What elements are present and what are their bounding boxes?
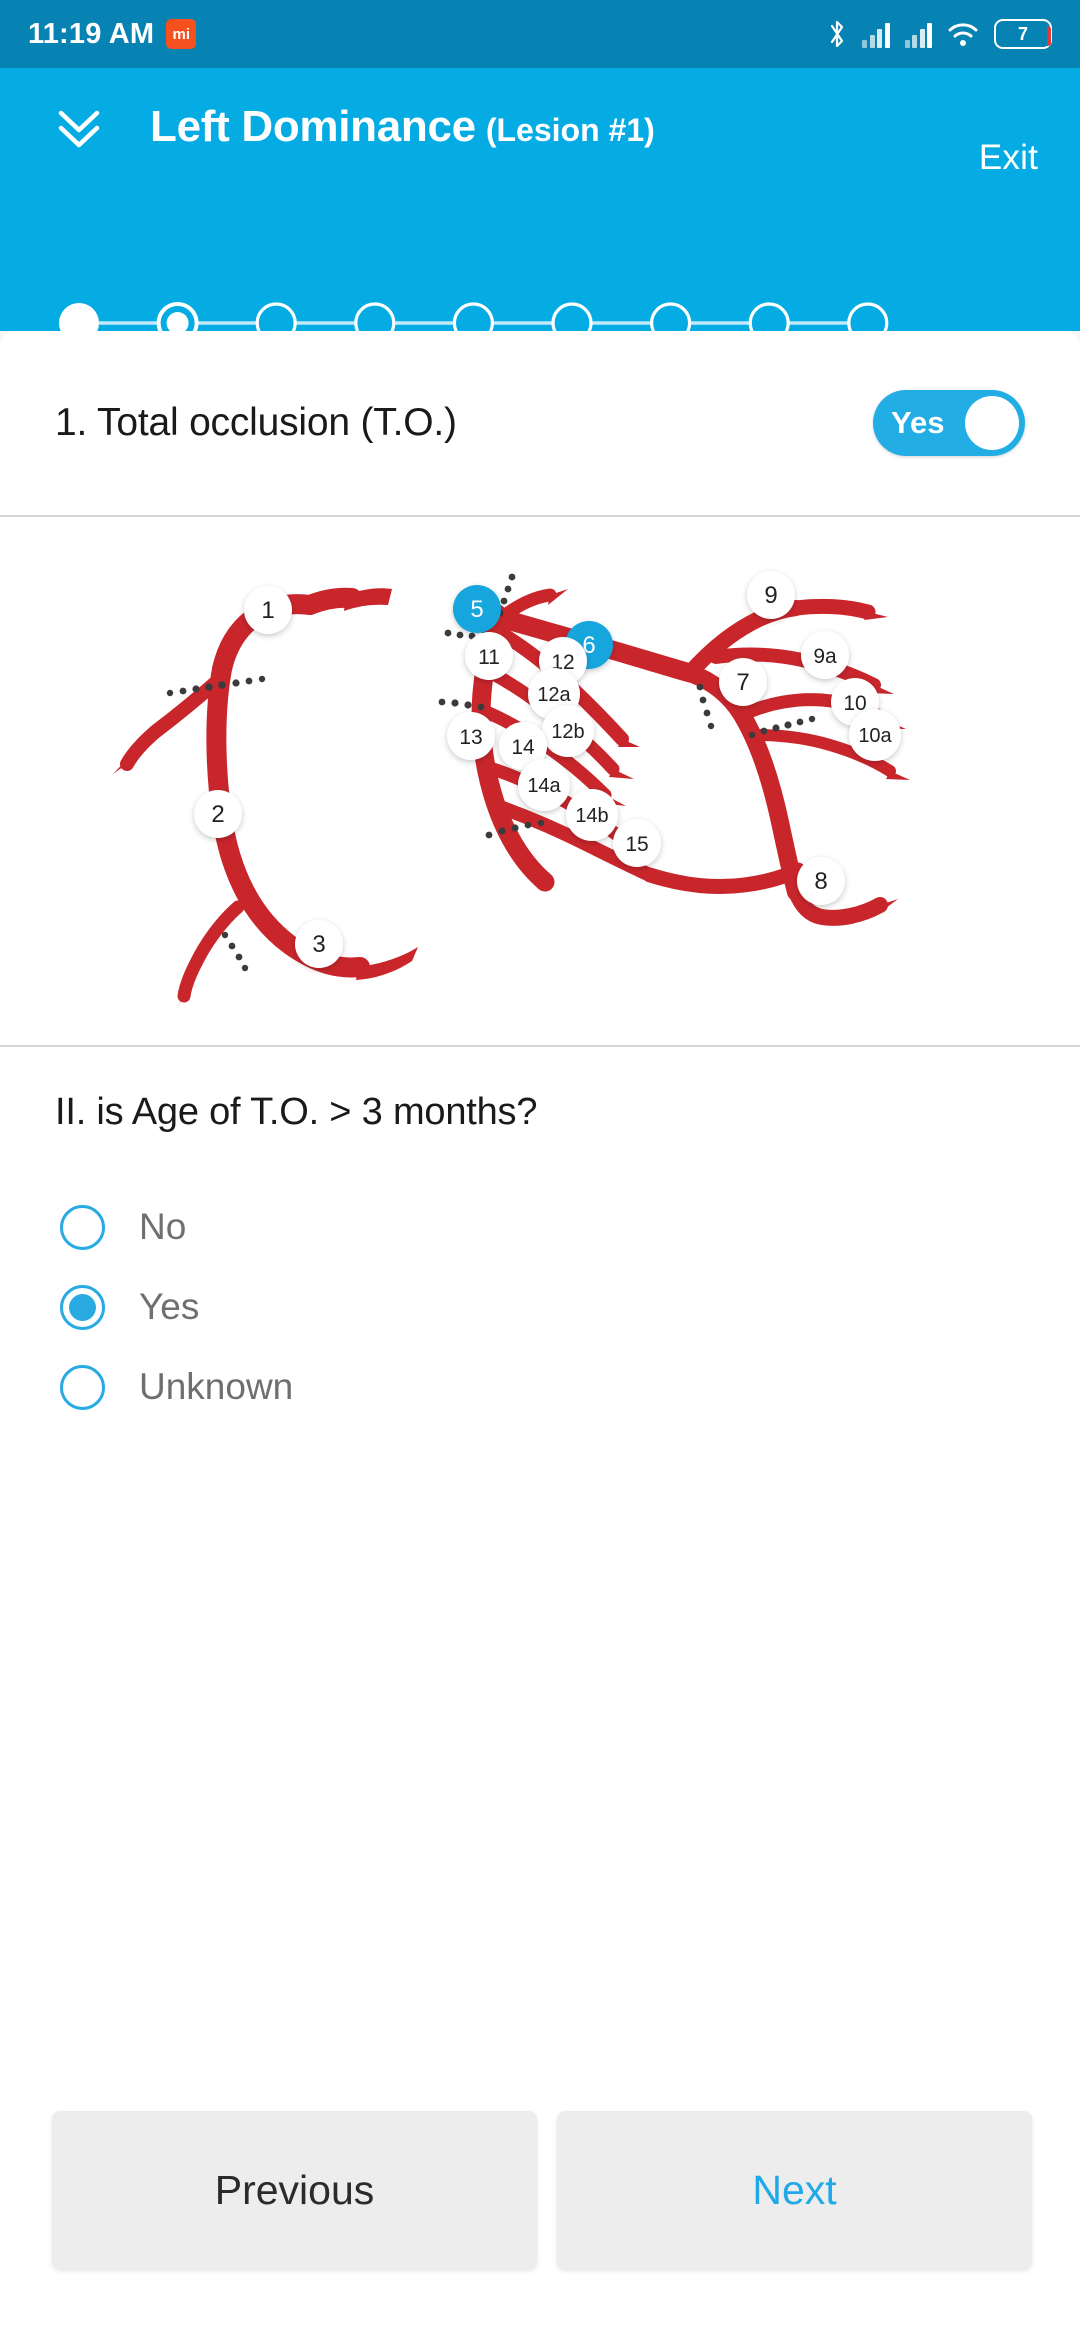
segment-label: 8 — [814, 868, 827, 895]
radio-button-icon[interactable] — [60, 1284, 105, 1330]
artery-segment-3[interactable]: 3 — [295, 920, 343, 968]
artery-segment-14b[interactable]: 14b — [566, 789, 618, 841]
segment-label: 12b — [551, 721, 584, 743]
radio-button-icon[interactable] — [60, 1204, 105, 1250]
artery-segment-2[interactable]: 2 — [194, 790, 242, 838]
artery-segment-9a[interactable]: 9a — [801, 631, 849, 679]
segment-label: 7 — [736, 669, 749, 696]
total-occlusion-toggle[interactable]: Yes — [873, 390, 1025, 456]
radio-option-yes[interactable]: Yes — [60, 1267, 700, 1347]
radio-button-icon[interactable] — [60, 1364, 105, 1410]
cellular-signal-icon-2 — [904, 20, 932, 48]
question-1-label: 1. Total occlusion (T.O.) — [55, 401, 457, 444]
artery-segment-7[interactable]: 7 — [719, 658, 767, 706]
artery-segment-13[interactable]: 13 — [447, 712, 495, 760]
next-button[interactable]: Next — [557, 2111, 1032, 2269]
question-2-card: II. is Age of T.O. > 3 months? No Yes Unkn… — [0, 1047, 1080, 2090]
segment-label: 10a — [858, 725, 892, 747]
artery-segment-15[interactable]: 15 — [613, 819, 661, 867]
toggle-knob — [965, 396, 1019, 450]
artery-segment-11[interactable]: 11 — [465, 632, 513, 680]
exit-button[interactable]: Exit — [979, 138, 1038, 178]
segment-label: 3 — [312, 931, 325, 958]
radio-option-label: Yes — [139, 1286, 200, 1327]
coronary-artery-segment-diagram[interactable]: 1 2 3 5 6 7 8 9 9a 10 10a 11 12 12a 12b 13 14 14a 14b 15 — [0, 517, 1080, 1045]
cellular-signal-icon-1 — [862, 20, 890, 48]
app-header: Left Dominance (Lesion #1) Exit — [0, 68, 1080, 344]
header-top-row: Left Dominance (Lesion #1) Exit — [0, 68, 1080, 193]
segment-label: 9a — [813, 645, 837, 668]
bluetooth-icon — [830, 20, 844, 48]
segment-label: 13 — [459, 726, 482, 749]
radio-option-label: Unknown — [139, 1366, 294, 1407]
segment-label: 14a — [527, 775, 561, 797]
battery-icon: 7 — [994, 19, 1052, 49]
double-chevron-down-icon[interactable] — [55, 106, 103, 152]
segment-label: 1 — [261, 597, 274, 624]
status-bar: 11:19 AM mi 7 — [0, 0, 1080, 68]
app-root: 11:19 AM mi 7 Left Dominance (Lesion #1)… — [0, 0, 1080, 2340]
segment-label: 15 — [625, 833, 648, 856]
question-1-card: 1. Total occlusion (T.O.) Yes — [0, 331, 1080, 515]
segment-label: 5 — [470, 596, 483, 623]
page-title: Left Dominance (Lesion #1) — [150, 102, 655, 152]
bottom-navigation: Previous Next — [0, 2090, 1080, 2340]
status-bar-icons: 7 — [827, 19, 1052, 49]
artery-segment-8[interactable]: 8 — [797, 857, 845, 905]
artery-diagram-svg[interactable]: 123567899a1010a11 1212a12b13 1414a14b15 — [0, 517, 1080, 1045]
segment-label: 11 — [478, 646, 500, 669]
segment-label: 9 — [764, 582, 777, 609]
segment-label: 14 — [511, 736, 535, 759]
segment-label: 12a — [537, 684, 571, 706]
artery-segment-14a[interactable]: 14a — [518, 759, 570, 811]
toggle-value-label: Yes — [891, 405, 945, 440]
segment-label: 10 — [843, 692, 866, 715]
wifi-icon — [948, 23, 978, 46]
battery-level-text: 7 — [1017, 23, 1028, 44]
artery-segment-1[interactable]: 1 — [244, 586, 292, 634]
question-2-title: II. is Age of T.O. > 3 months? — [55, 1091, 538, 1133]
segment-label: 14b — [575, 805, 608, 827]
artery-segment-12b[interactable]: 12b — [542, 705, 594, 757]
page-title-main: Left Dominance — [150, 102, 476, 151]
radio-option-unknown[interactable]: Unknown — [60, 1347, 700, 1427]
artery-segment-5[interactable]: 5 — [453, 585, 501, 633]
artery-segment-9[interactable]: 9 — [747, 571, 795, 619]
radio-option-no[interactable]: No — [60, 1187, 700, 1267]
radio-option-label: No — [139, 1206, 187, 1247]
page-title-sub: (Lesion #1) — [485, 112, 655, 148]
segment-label: 2 — [211, 801, 224, 828]
artery-segment-10a[interactable]: 10a — [849, 709, 901, 761]
mi-icon: mi — [166, 19, 197, 49]
question-2-options[interactable]: No Yes Unknown — [60, 1187, 700, 1427]
previous-button[interactable]: Previous — [52, 2111, 537, 2269]
status-bar-clock: 11:19 AM — [28, 17, 155, 50]
